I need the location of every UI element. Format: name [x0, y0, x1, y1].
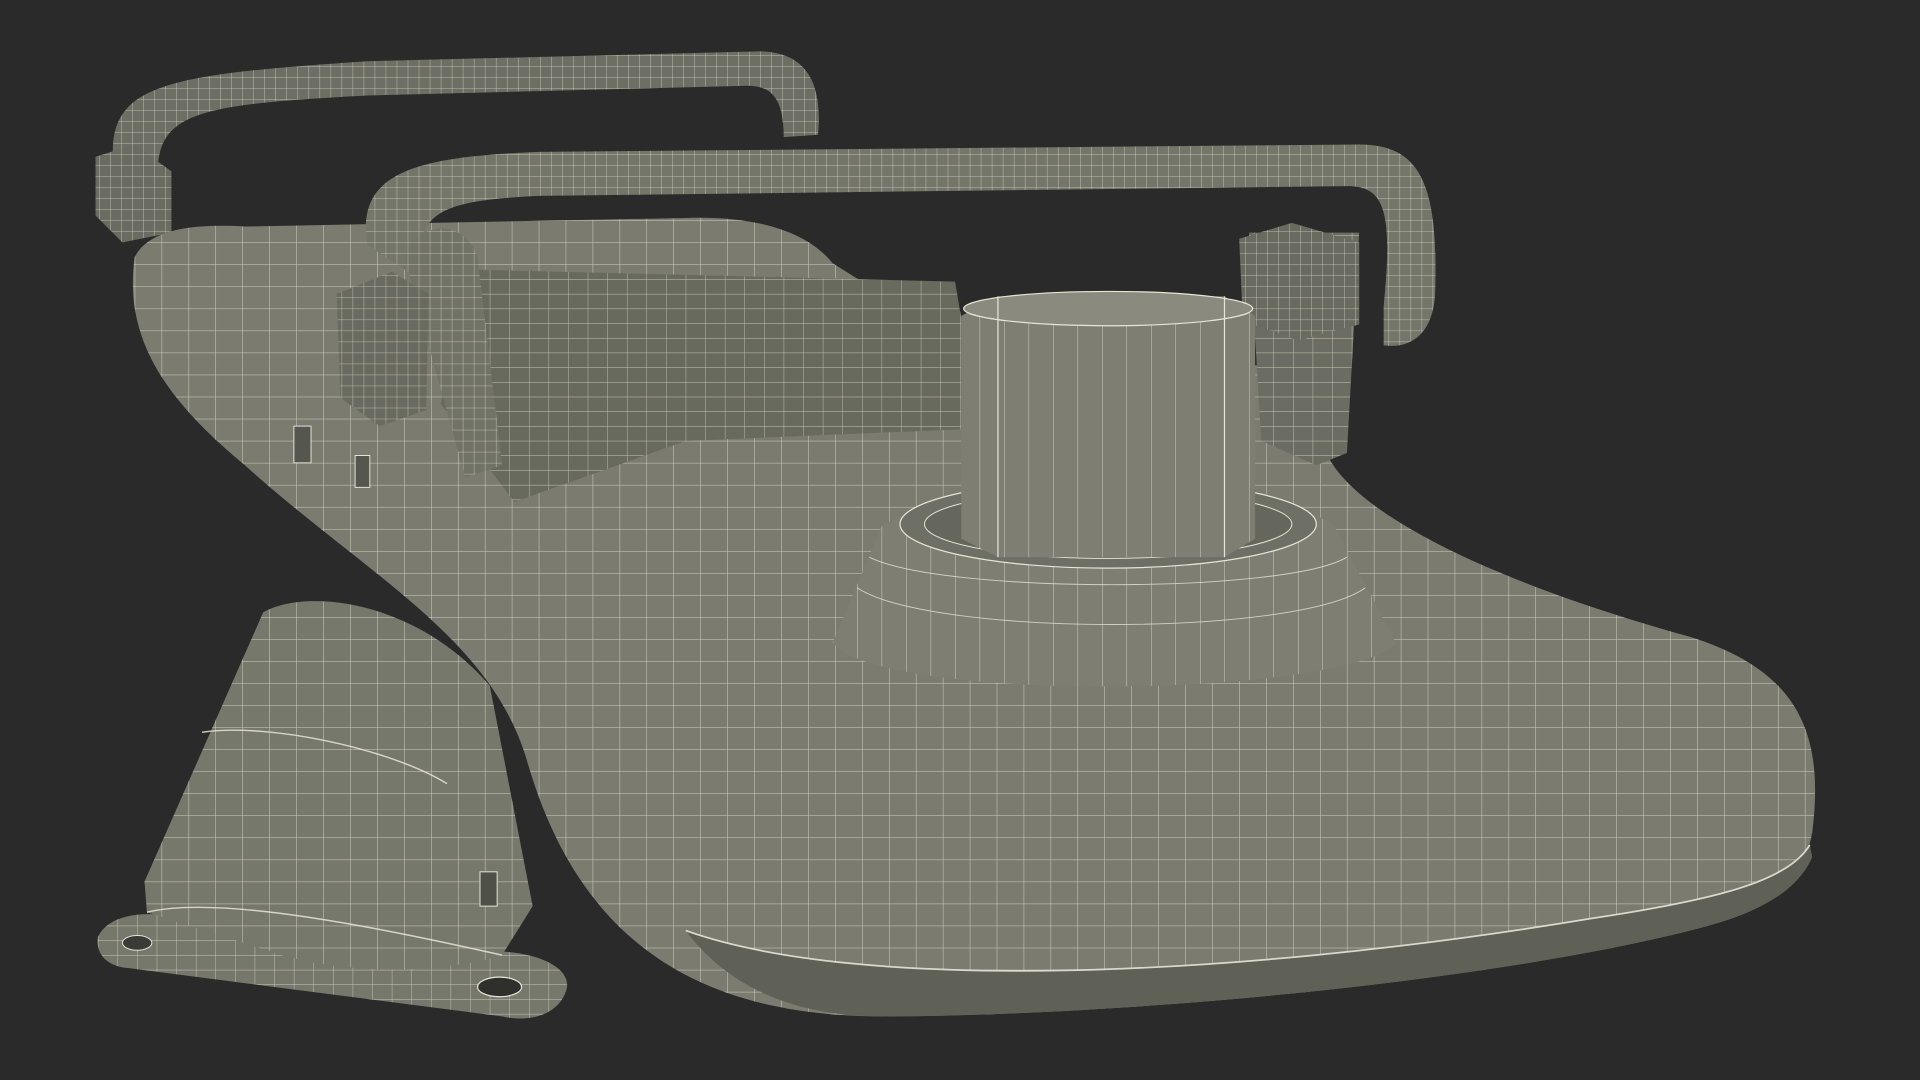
wireframe-scene [0, 0, 1920, 1080]
render-viewport [0, 0, 1920, 1080]
octagonal-cylinder [961, 290, 1256, 558]
